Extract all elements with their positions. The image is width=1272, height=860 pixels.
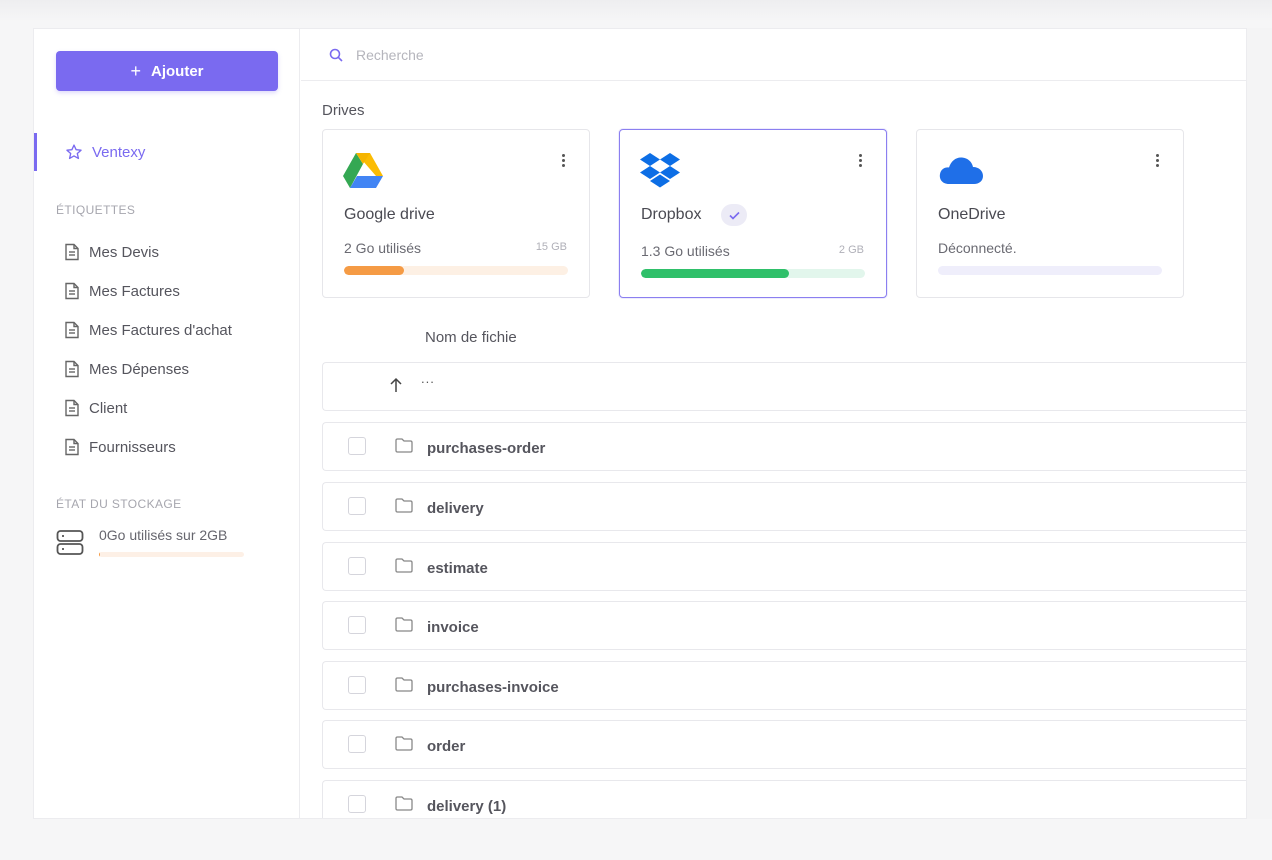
sidebar-item-label: Ventexy — [92, 143, 146, 161]
window-right-edge — [1247, 28, 1272, 819]
connected-badge — [721, 204, 747, 226]
plus-icon: + — [130, 60, 141, 81]
drive-usage-bar-fill — [641, 269, 789, 278]
search-input[interactable] — [356, 46, 756, 63]
sidebar-item-mes-factures-achat[interactable]: Mes Factures d'achat — [64, 318, 232, 342]
sidebar-item-ventexy[interactable]: Ventexy — [34, 133, 300, 171]
folder-icon — [395, 498, 413, 513]
storage-section-title: ÉTAT DU STOCKAGE — [56, 497, 182, 511]
document-icon — [65, 321, 79, 339]
app-window: + Ajouter Ventexy ÉTIQUETTES Mes Devis M… — [33, 28, 1247, 819]
drive-usage: 1.3 Go utilisés — [641, 243, 730, 259]
drive-name: OneDrive — [938, 206, 1006, 223]
dropbox-icon — [640, 153, 680, 188]
search-bar — [301, 29, 1246, 81]
sidebar-item-mes-factures[interactable]: Mes Factures — [64, 279, 180, 303]
folder-name: purchases-invoice — [427, 679, 559, 696]
file-name-column-header[interactable]: Nom de fichie — [425, 329, 517, 346]
folder-row[interactable]: invoice — [322, 601, 1246, 650]
folder-icon — [395, 736, 413, 751]
folder-row[interactable]: purchases-invoice — [322, 661, 1246, 710]
folder-row[interactable]: delivery (1) — [322, 780, 1246, 818]
drive-name: Google drive — [344, 206, 435, 223]
row-checkbox[interactable] — [348, 616, 366, 634]
storage-bar — [99, 552, 244, 557]
drive-menu-icon[interactable] — [856, 154, 864, 170]
sidebar-item-mes-devis[interactable]: Mes Devis — [64, 240, 159, 264]
folder-name: delivery — [427, 500, 484, 517]
drive-usage-bar — [344, 266, 568, 275]
add-button-label: Ajouter — [151, 62, 204, 80]
drive-status: Déconnecté. — [938, 240, 1017, 256]
folder-row[interactable]: order — [322, 720, 1246, 769]
folder-name: order — [427, 738, 466, 755]
folder-name: estimate — [427, 560, 488, 577]
arrow-up-icon — [390, 377, 402, 392]
folder-row[interactable]: delivery — [322, 482, 1246, 531]
sidebar-item-mes-depenses[interactable]: Mes Dépenses — [64, 357, 189, 381]
server-icon — [56, 530, 84, 555]
row-checkbox[interactable] — [348, 437, 366, 455]
drive-usage-bar — [641, 269, 865, 278]
drive-card-google-drive[interactable]: Google drive 2 Go utilisés 15 GB — [322, 129, 590, 298]
folder-row[interactable]: purchases-order — [322, 422, 1246, 471]
document-icon — [65, 360, 79, 378]
folder-icon — [395, 617, 413, 632]
storage-text: 0Go utilisés sur 2GB — [99, 527, 228, 543]
window-top-shade — [0, 0, 1272, 22]
sidebar-item-client[interactable]: Client — [64, 396, 127, 420]
storage-status: 0Go utilisés sur 2GB — [56, 527, 256, 567]
drive-card-dropbox[interactable]: Dropbox 1.3 Go utilisés 2 GB — [619, 129, 887, 298]
check-icon — [728, 211, 740, 220]
document-icon — [65, 438, 79, 456]
drive-menu-icon[interactable] — [1153, 154, 1161, 170]
document-icon — [65, 399, 79, 417]
drive-usage-bar-fill — [344, 266, 405, 275]
sidebar-item-label: Mes Dépenses — [89, 360, 190, 378]
sidebar-item-label: Mes Factures — [89, 282, 180, 300]
folder-icon — [395, 796, 413, 811]
labels-section-title: ÉTIQUETTES — [56, 203, 136, 217]
drive-name: Dropbox — [641, 206, 702, 223]
drive-usage-bar — [938, 266, 1162, 275]
folder-icon — [395, 438, 413, 453]
drive-card-onedrive[interactable]: OneDrive Déconnecté. — [916, 129, 1184, 298]
drive-capacity: 2 GB — [838, 244, 864, 256]
parent-folder-label: ... — [421, 371, 435, 386]
row-checkbox[interactable] — [348, 676, 366, 694]
folder-icon — [395, 677, 413, 692]
folder-name: invoice — [427, 619, 479, 636]
row-checkbox[interactable] — [348, 557, 366, 575]
search-icon — [329, 48, 343, 62]
sidebar-item-label: Mes Factures d'achat — [89, 321, 232, 339]
parent-folder-row[interactable]: ... — [322, 362, 1246, 411]
onedrive-icon — [939, 157, 983, 184]
document-icon — [65, 243, 79, 261]
drive-capacity: 15 GB — [535, 241, 567, 253]
drive-usage: 2 Go utilisés — [344, 240, 422, 256]
main-content: Drives Google drive 2 Go utilisés 15 GB — [301, 29, 1246, 818]
row-checkbox[interactable] — [348, 497, 366, 515]
drives-section-title: Drives — [322, 102, 365, 119]
folder-row[interactable]: estimate — [322, 542, 1246, 591]
sidebar-item-label: Fournisseurs — [89, 438, 176, 456]
storage-bar-fill — [99, 552, 101, 557]
google-drive-icon — [343, 153, 383, 188]
folder-name: purchases-order — [427, 440, 546, 457]
add-button[interactable]: + Ajouter — [56, 51, 278, 91]
sidebar-item-label: Mes Devis — [89, 243, 160, 261]
folder-name: delivery (1) — [427, 798, 507, 815]
sidebar: + Ajouter Ventexy ÉTIQUETTES Mes Devis M… — [34, 29, 300, 818]
folder-icon — [395, 558, 413, 573]
row-checkbox[interactable] — [348, 795, 366, 813]
document-icon — [65, 282, 79, 300]
sidebar-item-label: Client — [89, 399, 128, 417]
sidebar-item-fournisseurs[interactable]: Fournisseurs — [64, 435, 176, 459]
drive-menu-icon[interactable] — [559, 154, 567, 170]
star-icon — [66, 144, 82, 160]
row-checkbox[interactable] — [348, 735, 366, 753]
